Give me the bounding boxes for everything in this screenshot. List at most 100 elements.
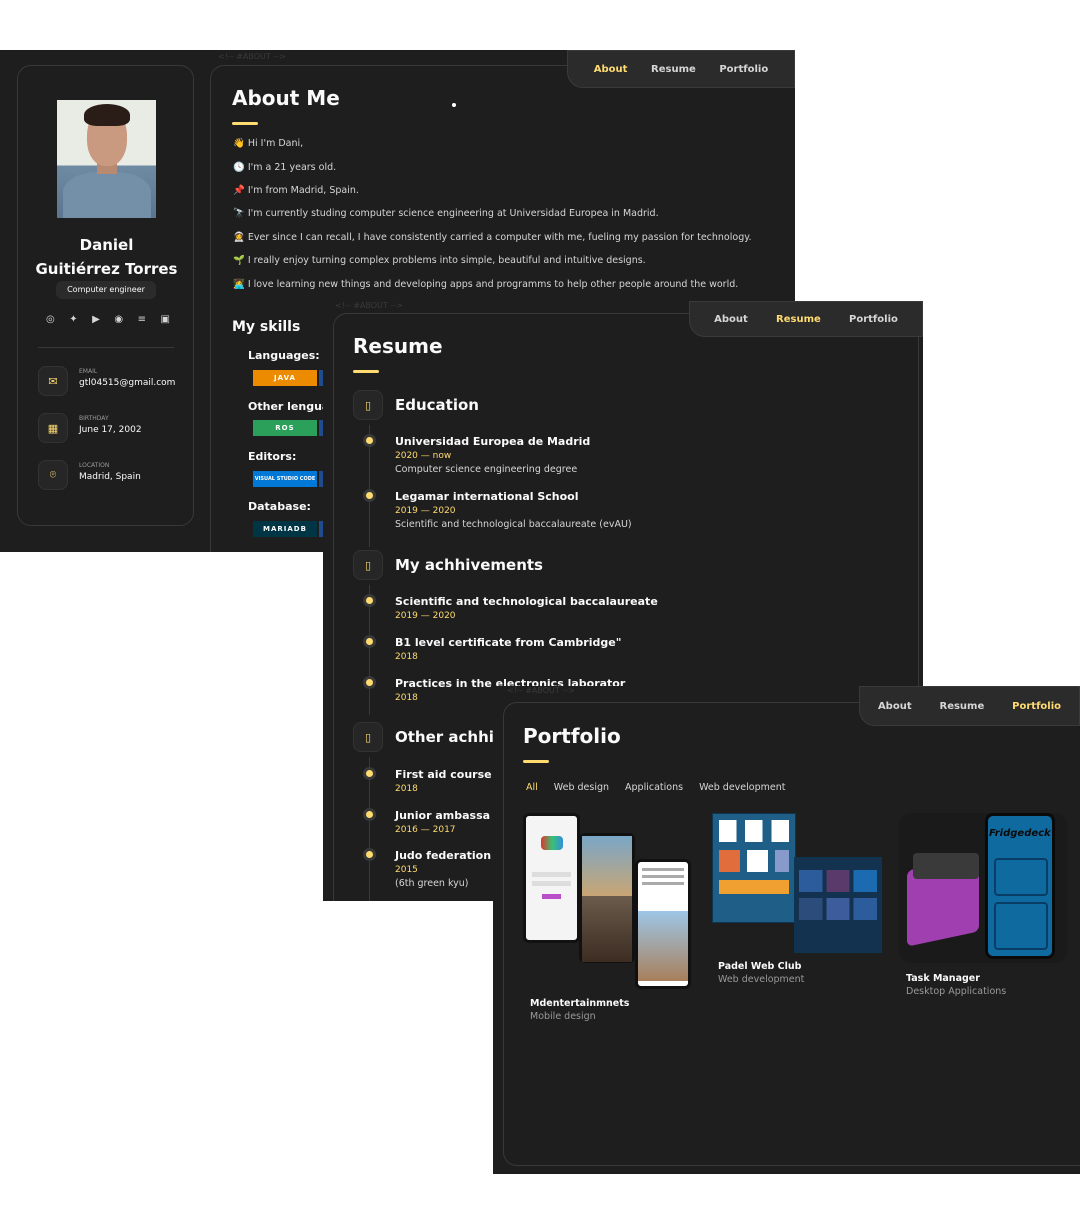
mail-icon: ✉ (38, 366, 68, 396)
project-title[interactable]: Padel Web Club (718, 961, 801, 972)
book-icon: ▯ (353, 722, 383, 752)
about-line: 🌱 I really enjoy turning complex problem… (233, 255, 646, 266)
project-title[interactable]: Task Manager (906, 973, 980, 984)
calendar-icon: ▦ (38, 413, 68, 443)
timeline-dot (366, 597, 373, 604)
item-title: Universidad Europea de Madrid (395, 435, 591, 448)
ghost-comment: <!-- #ABOUT --> (507, 686, 575, 695)
timeline-dot (366, 492, 373, 499)
phone-mockup (523, 813, 580, 943)
fridgedeck-logo: Fridgedeck (989, 828, 1051, 839)
email-link[interactable]: gtl04515@gmail.com (79, 378, 175, 388)
location-value: Madrid, Spain (79, 472, 141, 482)
skills-title: My skills (232, 319, 301, 335)
profile-last-name: Guitiérrez Torres (35, 260, 178, 278)
ghost-comment: <!-- #ABOUT --> (218, 52, 286, 61)
linkedin-icon[interactable]: ▣ (161, 314, 170, 325)
timeline-title: Education (395, 396, 479, 414)
nav-resume[interactable]: Resume (940, 701, 985, 712)
navbar: About Resume Portfolio (859, 686, 1080, 726)
cursor-dot (452, 103, 456, 107)
title-underline (353, 370, 379, 373)
contact-label: Location (79, 462, 110, 469)
item-title: Scientific and technological baccalaurea… (395, 595, 658, 608)
timeline-title: Other achhiv (395, 728, 504, 746)
title-underline (232, 122, 258, 125)
timeline-dot (366, 638, 373, 645)
nav-about[interactable]: About (714, 314, 748, 325)
timeline-item: Junior ambassa 2016 — 2017 (395, 809, 490, 835)
timeline-item: Legamar international School 2019 — 2020… (395, 490, 632, 530)
about-line: 👩‍🚀 Ever since I can recall, I have cons… (233, 232, 752, 243)
project-title[interactable]: Mdentertainmnets (530, 998, 629, 1009)
item-date: 2018 (395, 652, 418, 662)
item-title: Judo federation (395, 849, 492, 862)
page-title: Portfolio (523, 724, 621, 748)
item-date: 2020 — now (395, 451, 452, 461)
divider (38, 347, 174, 348)
timeline-item: First aid course 2018 (395, 768, 492, 794)
item-title: Junior ambassa (395, 809, 491, 822)
social-links: ◎ ✦ ▶ ◉ ≡ ▣ (46, 314, 170, 325)
timeline-dot (366, 851, 373, 858)
twitter-icon[interactable]: ✦ (69, 314, 77, 325)
timeline-item: Judo federation 2015 (6th green kyu) (395, 849, 491, 889)
navbar: About Resume Portfolio (689, 301, 923, 337)
profile-sidebar: Daniel Guitiérrez Torres Computer engine… (17, 65, 194, 526)
timeline-achievements: ▯ My achhivements (353, 550, 543, 580)
filter-web-design[interactable]: Web design (554, 782, 609, 793)
project-thumb-mdentertainment[interactable] (523, 813, 693, 993)
youtube-icon[interactable]: ▶ (92, 314, 100, 325)
timeline-education: ▯ Education (353, 390, 479, 420)
nav-resume[interactable]: Resume (776, 314, 821, 325)
instagram-icon[interactable]: ◎ (46, 314, 55, 325)
nav-portfolio[interactable]: Portfolio (1012, 701, 1061, 712)
item-title: First aid course (395, 768, 492, 781)
timeline-item: Scientific and technological baccalaurea… (395, 595, 658, 621)
skill-group-label: Editors: (248, 450, 297, 463)
title-underline (523, 760, 549, 763)
filter-applications[interactable]: Applications (625, 782, 683, 793)
page-title: Resume (353, 334, 443, 358)
project-category: Desktop Applications (906, 986, 1007, 997)
about-line: 🕓 I'm a 21 years old. (233, 162, 337, 173)
item-date: 2019 — 2020 (395, 506, 456, 516)
role-badge: Computer engineer (56, 281, 156, 299)
contact-label: Email (79, 368, 98, 375)
ghost-comment: <!-- #ABOUT --> (335, 301, 403, 310)
project-thumb-padel[interactable] (712, 813, 882, 955)
nav-resume[interactable]: Resume (651, 64, 696, 75)
book-icon: ▯ (353, 390, 383, 420)
timeline-other: ▯ Other achhiv (353, 722, 504, 752)
timeline-dot (366, 770, 373, 777)
location-icon: ⌾ (38, 460, 68, 490)
ros-badge: ROS (253, 420, 317, 436)
skill-group-label: Languages: (248, 349, 320, 362)
item-title: B1 level certificate from Cambridge" (395, 636, 622, 649)
github-icon[interactable]: ◉ (114, 314, 123, 325)
nav-about[interactable]: About (878, 701, 912, 712)
portfolio-screenshot: <!-- #ABOUT --> About Resume Portfolio P… (493, 686, 1080, 1174)
book-icon: ▯ (353, 550, 383, 580)
stackoverflow-icon[interactable]: ≡ (138, 314, 146, 325)
skill-group-label: Database: (248, 500, 311, 513)
project-category: Mobile design (530, 1011, 596, 1022)
timeline-item: B1 level certificate from Cambridge" 201… (395, 636, 621, 662)
profile-first-name: Daniel (79, 236, 134, 254)
item-date: 2019 — 2020 (395, 611, 456, 621)
item-date: 2016 — 2017 (395, 825, 456, 835)
timeline-dot (366, 437, 373, 444)
item-date: 2018 (395, 784, 418, 794)
timeline-dot (366, 679, 373, 686)
filter-all[interactable]: All (526, 782, 538, 793)
item-date: 2015 (395, 865, 418, 875)
nav-about[interactable]: About (594, 64, 628, 75)
item-text: (6th green kyu) (395, 878, 469, 889)
nav-portfolio[interactable]: Portfolio (849, 314, 898, 325)
filter-web-development[interactable]: Web development (699, 782, 785, 793)
phone-mockup (635, 859, 691, 989)
item-text: Computer science engineering degree (395, 464, 578, 475)
project-thumb-task-manager[interactable]: Fridgedeck (899, 813, 1067, 963)
nav-portfolio[interactable]: Portfolio (719, 64, 768, 75)
item-text: Scientific and technological baccalaurea… (395, 519, 632, 530)
